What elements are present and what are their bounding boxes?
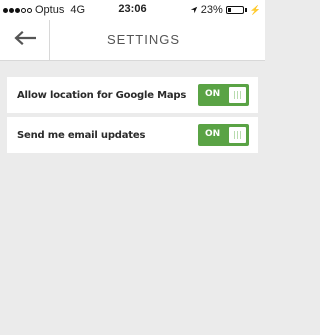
page-title: SETTINGS	[106, 32, 180, 47]
email-updates-toggle[interactable]: ON	[198, 124, 249, 146]
setting-label: Send me email updates	[17, 129, 146, 141]
grip-line	[237, 131, 238, 139]
setting-row-email: Send me email updates ON	[7, 117, 258, 153]
back-arrow-icon	[13, 30, 36, 50]
toggle-label: ON	[205, 129, 221, 139]
battery-icon	[225, 6, 244, 14]
back-button[interactable]	[0, 20, 50, 60]
battery-tip	[244, 8, 247, 12]
charging-bolt-icon: ⚡	[249, 4, 261, 15]
setting-row-location: Allow location for Google Maps ON	[7, 77, 258, 113]
battery-percent: 23%	[200, 4, 223, 16]
grip-line	[234, 91, 235, 99]
settings-list: Allow location for Google Maps ON Send m…	[7, 77, 258, 157]
status-right: 23% ⚡	[190, 4, 261, 16]
battery-fill	[227, 8, 231, 12]
toggle-label: ON	[205, 89, 221, 99]
grip-line	[234, 131, 235, 139]
location-arrow-icon	[190, 6, 198, 14]
toggle-knob[interactable]	[229, 87, 246, 103]
location-toggle[interactable]: ON	[198, 84, 249, 106]
grip-line	[237, 91, 238, 99]
header: SETTINGS	[0, 20, 265, 61]
grip-line	[240, 91, 241, 99]
grip-line	[240, 131, 241, 139]
status-bar: Optus 4G 23:06 23% ⚡	[0, 0, 265, 20]
setting-label: Allow location for Google Maps	[17, 89, 187, 101]
toggle-knob[interactable]	[229, 127, 246, 143]
